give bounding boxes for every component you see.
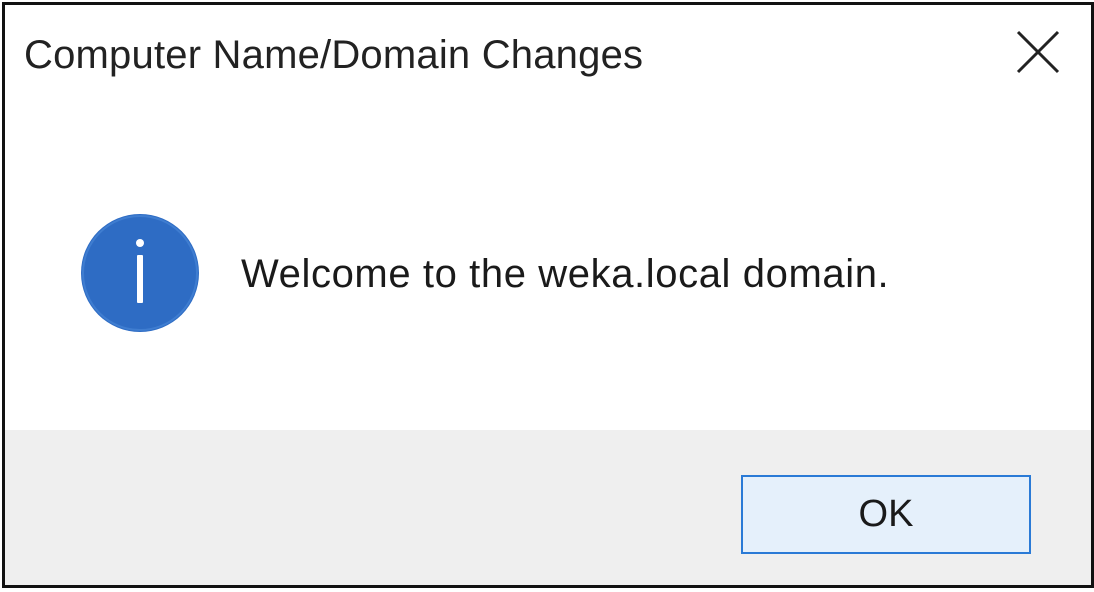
dialog-message: Welcome to the weka.local domain.	[241, 252, 890, 296]
dialog-footer: OK	[5, 430, 1091, 585]
ok-button[interactable]: OK	[741, 475, 1031, 554]
close-icon	[1016, 30, 1060, 74]
message-dialog: Computer Name/Domain Changes Welcome to …	[2, 2, 1094, 588]
dialog-content: Welcome to the weka.local domain.	[5, 105, 1091, 430]
info-icon	[81, 214, 199, 332]
title-bar: Computer Name/Domain Changes	[5, 5, 1091, 105]
dialog-title: Computer Name/Domain Changes	[24, 33, 644, 77]
close-button[interactable]	[1009, 23, 1067, 81]
